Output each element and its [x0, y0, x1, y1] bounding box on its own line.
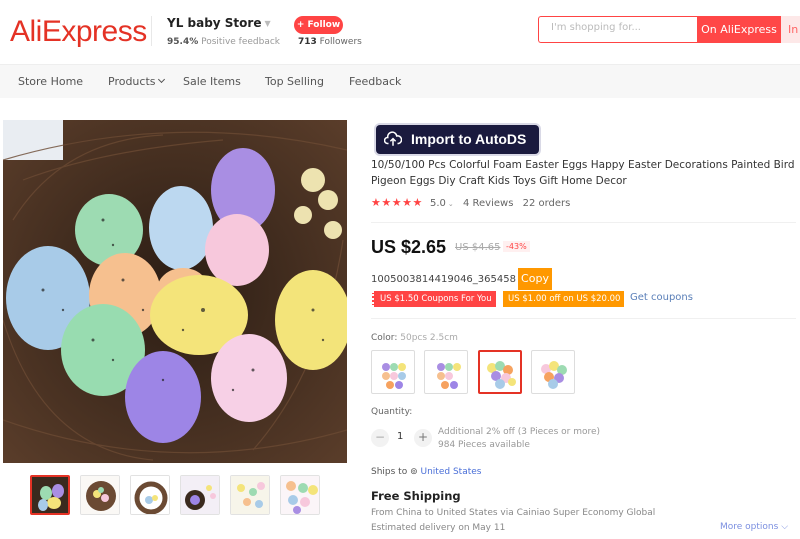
thumbnail[interactable] — [30, 475, 70, 515]
orders-count: 22 orders — [522, 198, 571, 209]
thumbnail[interactable] — [80, 475, 120, 515]
chevron-down-icon: ⌄ — [447, 200, 454, 208]
nav-feedback[interactable]: Feedback — [349, 75, 401, 88]
discount-badge: -43% — [503, 241, 530, 252]
color-option[interactable] — [371, 350, 415, 394]
import-label: Import to AutoDS — [411, 131, 527, 147]
chevron-down-icon — [157, 75, 165, 84]
pieces-available: 984 Pieces available — [438, 440, 530, 450]
thumbnail[interactable] — [130, 475, 170, 515]
divider — [371, 318, 796, 319]
store-coupon-badge[interactable]: US $1.50 Coupons For You — [372, 291, 496, 307]
quantity-discount-note: Additional 2% off (3 Pieces or more) — [438, 427, 601, 437]
color-label: Color: 50pcs 2.5cm — [371, 333, 458, 343]
header-divider — [151, 16, 152, 46]
more-options-label: More options — [720, 522, 779, 532]
search-input[interactable] — [551, 22, 691, 33]
store-name-text: YL baby Store — [167, 16, 262, 30]
caret-down-icon: ▼ — [264, 19, 271, 28]
chevron-down-icon: ⌵ — [781, 522, 789, 532]
quantity-increase-button[interactable]: + — [414, 429, 432, 447]
product-title: 10/50/100 Pcs Colorful Foam Easter Eggs … — [371, 159, 795, 187]
location-pin-icon: ⊚ — [410, 467, 418, 477]
color-option[interactable] — [531, 350, 575, 394]
search-in-store-button[interactable]: In this store — [781, 16, 800, 43]
rating-row: ★★★★★ 5.0 ⌄ 4 Reviews 22 orders — [371, 196, 570, 209]
store-nav: Store Home Products Sale Items Top Selli… — [0, 65, 800, 98]
ships-to-label: Ships to — [371, 467, 408, 477]
followers-count: 713 Followers — [298, 37, 362, 47]
shipping-title: Free Shipping — [371, 489, 461, 503]
product-main-image[interactable] — [3, 120, 347, 463]
thumbnail[interactable] — [230, 475, 270, 515]
star-rating-icon: ★★★★★ — [371, 196, 423, 209]
search-aliexpress-button[interactable]: On AliExpress — [697, 16, 781, 43]
color-option[interactable] — [424, 350, 468, 394]
quantity-info: Additional 2% off (3 Pieces or more) 984… — [438, 426, 600, 452]
divider — [371, 222, 796, 223]
rating-value[interactable]: 5.0 — [430, 198, 446, 209]
store-name[interactable]: YL baby Store ▼ — [167, 16, 271, 30]
store-feedback: 95.4% Positive feedback — [167, 37, 280, 47]
color-option-selected[interactable] — [478, 350, 522, 394]
more-shipping-options[interactable]: More options ⌵ — [720, 522, 788, 532]
feedback-percent: 95.4% — [167, 37, 199, 47]
nav-sale-items[interactable]: Sale Items — [183, 75, 241, 88]
original-price: US $4.65 — [455, 242, 501, 253]
nav-store-home[interactable]: Store Home — [18, 75, 83, 88]
import-to-autods-button[interactable]: Import to AutoDS — [376, 125, 539, 154]
copy-sku-button[interactable]: Copy — [518, 268, 552, 290]
thumbnail[interactable] — [280, 475, 320, 515]
current-price: US $2.65 — [371, 237, 447, 257]
product-sku: 1005003814419046_365458 — [371, 274, 516, 285]
ships-to-country-link[interactable]: United States — [421, 467, 482, 477]
select-coupon-badge[interactable]: US $1.00 off on US $20.00 — [503, 291, 624, 307]
easter-eggs-nest-image — [3, 120, 347, 463]
thumbnail[interactable] — [180, 475, 220, 515]
color-value: 50pcs 2.5cm — [400, 333, 458, 343]
reviews-link[interactable]: 4 Reviews — [463, 198, 513, 209]
followers-number: 713 — [298, 37, 317, 47]
followers-label: Followers — [319, 37, 362, 47]
nav-products[interactable]: Products — [108, 75, 165, 88]
ships-to: Ships to ⊚ United States — [371, 467, 481, 477]
quantity-input[interactable]: 1 — [397, 431, 403, 442]
quantity-label: Quantity: — [371, 407, 413, 417]
store-header: AliExpress YL baby Store ▼ 95.4% Positive… — [0, 0, 800, 65]
get-coupons-link[interactable]: Get coupons — [630, 292, 693, 303]
estimated-delivery: Estimated delivery on May 11 — [371, 523, 506, 533]
quantity-decrease-button[interactable]: − — [371, 429, 389, 447]
follow-button[interactable]: + Follow — [294, 16, 343, 34]
color-label-text: Color: — [371, 333, 398, 343]
shipping-route: From China to United States via Cainiao … — [371, 508, 656, 518]
search-box: On AliExpress In this store — [538, 16, 800, 43]
nav-products-label: Products — [108, 75, 156, 88]
nav-top-selling[interactable]: Top Selling — [265, 75, 324, 88]
cloud-upload-icon — [384, 131, 402, 146]
aliexpress-logo[interactable]: AliExpress — [10, 15, 147, 49]
feedback-label: Positive feedback — [201, 37, 281, 47]
